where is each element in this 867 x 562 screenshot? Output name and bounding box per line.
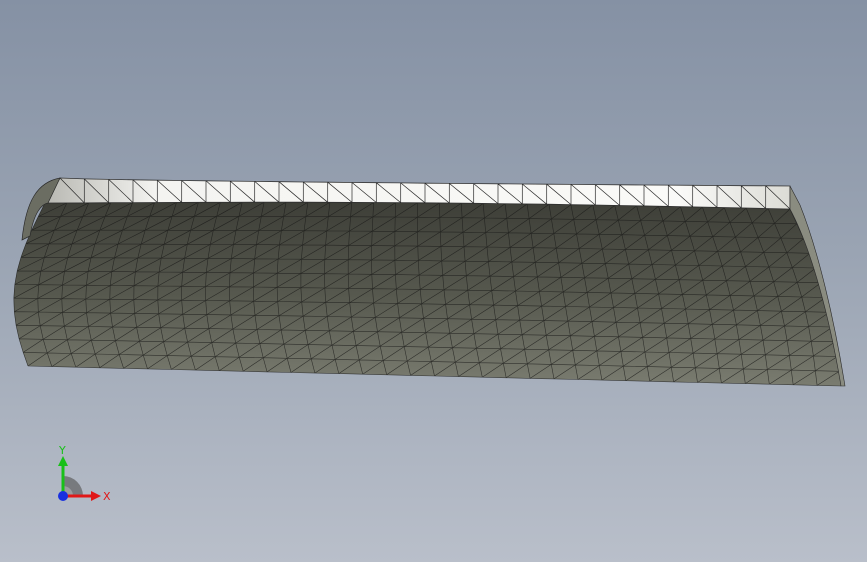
x-axis-label: X	[103, 490, 111, 503]
graphics-viewport[interactable]: Y X	[0, 0, 867, 562]
meshed-surface-model[interactable]	[0, 0, 867, 562]
coordinate-triad: Y X	[58, 444, 111, 503]
y-axis-label: Y	[58, 444, 66, 457]
mesh-group	[13, 177, 846, 387]
y-axis-arrow-icon	[58, 456, 68, 466]
x-axis-arrow-icon	[91, 491, 101, 501]
z-axis-dot-icon	[58, 491, 68, 501]
